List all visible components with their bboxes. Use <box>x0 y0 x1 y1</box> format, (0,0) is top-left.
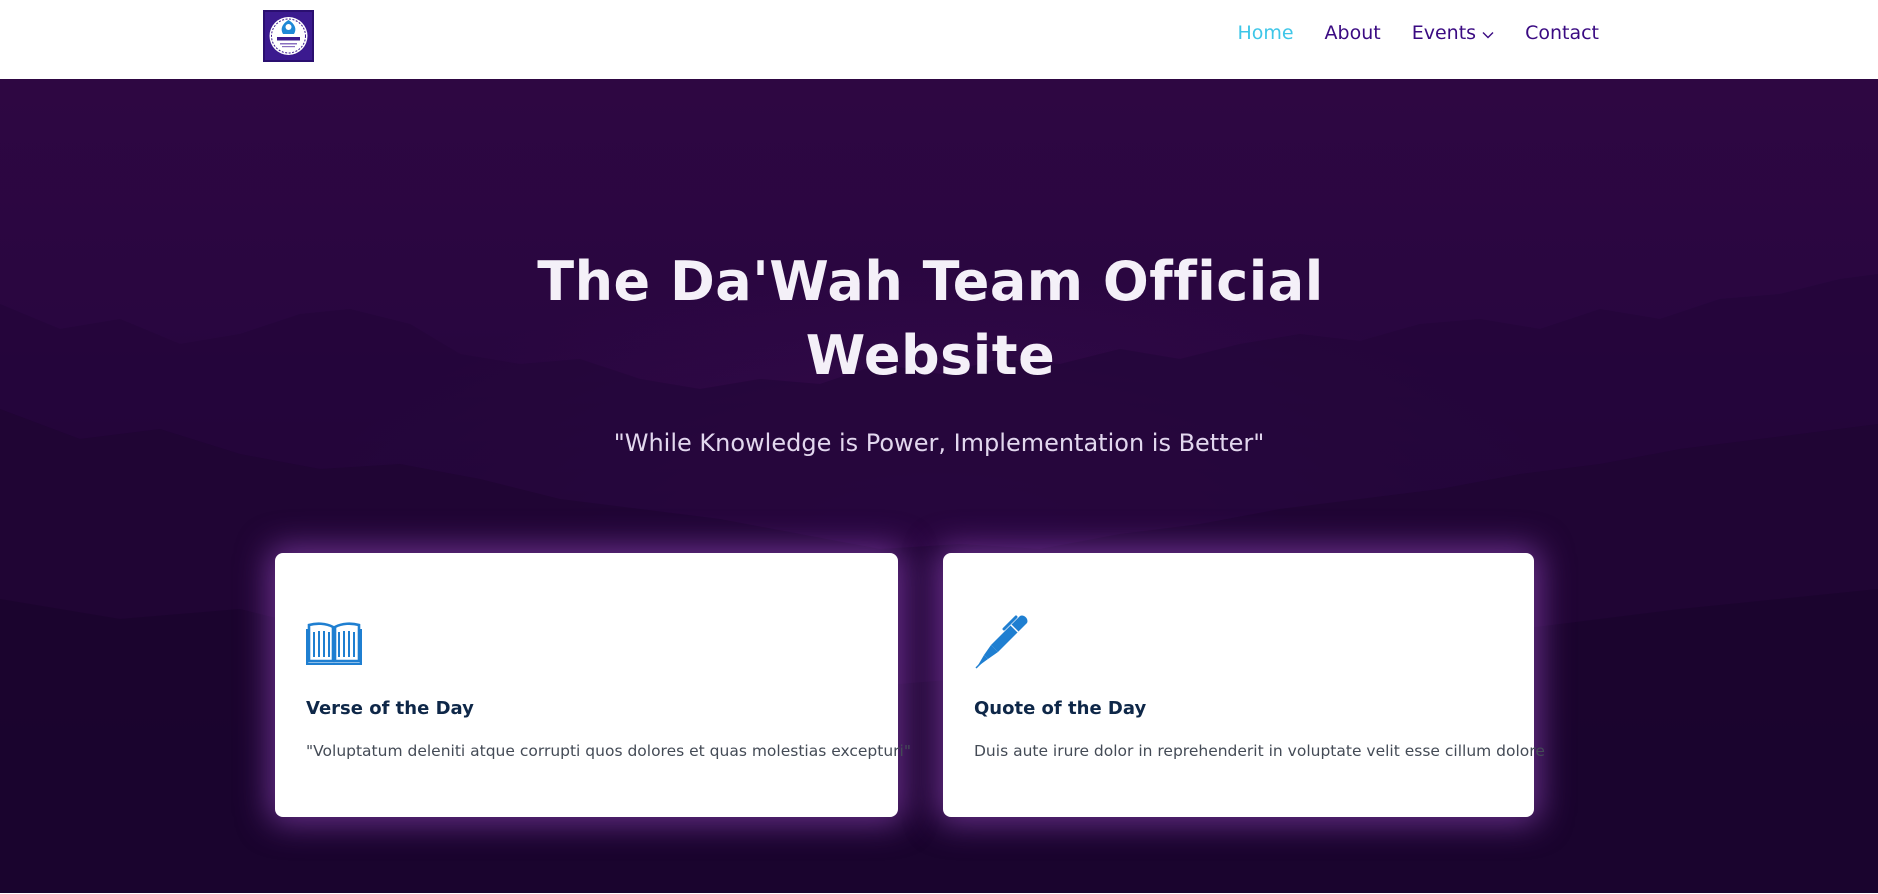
card-title: Quote of the Day <box>974 698 1147 719</box>
quote-of-the-day-card[interactable]: Quote of the Day Duis aute irure dolor i… <box>943 553 1545 817</box>
hero-title-line1: The Da'Wah Team Official <box>537 250 1324 313</box>
card-title: Verse of the Day <box>306 698 474 719</box>
hero-subtitle: "While Knowledge is Power, Implementatio… <box>613 429 1265 457</box>
nav-events-label: Events <box>1411 22 1477 44</box>
nav-contact-link[interactable]: Contact <box>1525 22 1599 44</box>
card-text: "Voluptatum deleniti atque corrupti quos… <box>306 742 911 760</box>
main-nav: Home About Events Contact <box>1237 22 1599 44</box>
nav-events-link[interactable]: Events <box>1412 22 1494 44</box>
site-logo[interactable] <box>263 10 314 62</box>
card-text: Duis aute irure dolor in reprehenderit i… <box>974 742 1545 760</box>
pen-icon <box>974 613 1030 673</box>
chevron-down-icon <box>1482 22 1494 44</box>
verse-of-the-day-card[interactable]: Verse of the Day "Voluptatum deleniti at… <box>275 553 911 817</box>
logo-emblem-icon <box>265 12 312 60</box>
hero-title-line2: Website <box>805 324 1056 387</box>
nav-about-link[interactable]: About <box>1325 22 1381 44</box>
hero-section: The Da'Wah Team Official Website "While … <box>0 79 1878 893</box>
book-icon <box>305 619 363 669</box>
hero-title: The Da'Wah Team Official Website <box>489 245 1372 393</box>
nav-home-link[interactable]: Home <box>1237 22 1293 44</box>
site-header: Home About Events Contact <box>0 0 1878 79</box>
